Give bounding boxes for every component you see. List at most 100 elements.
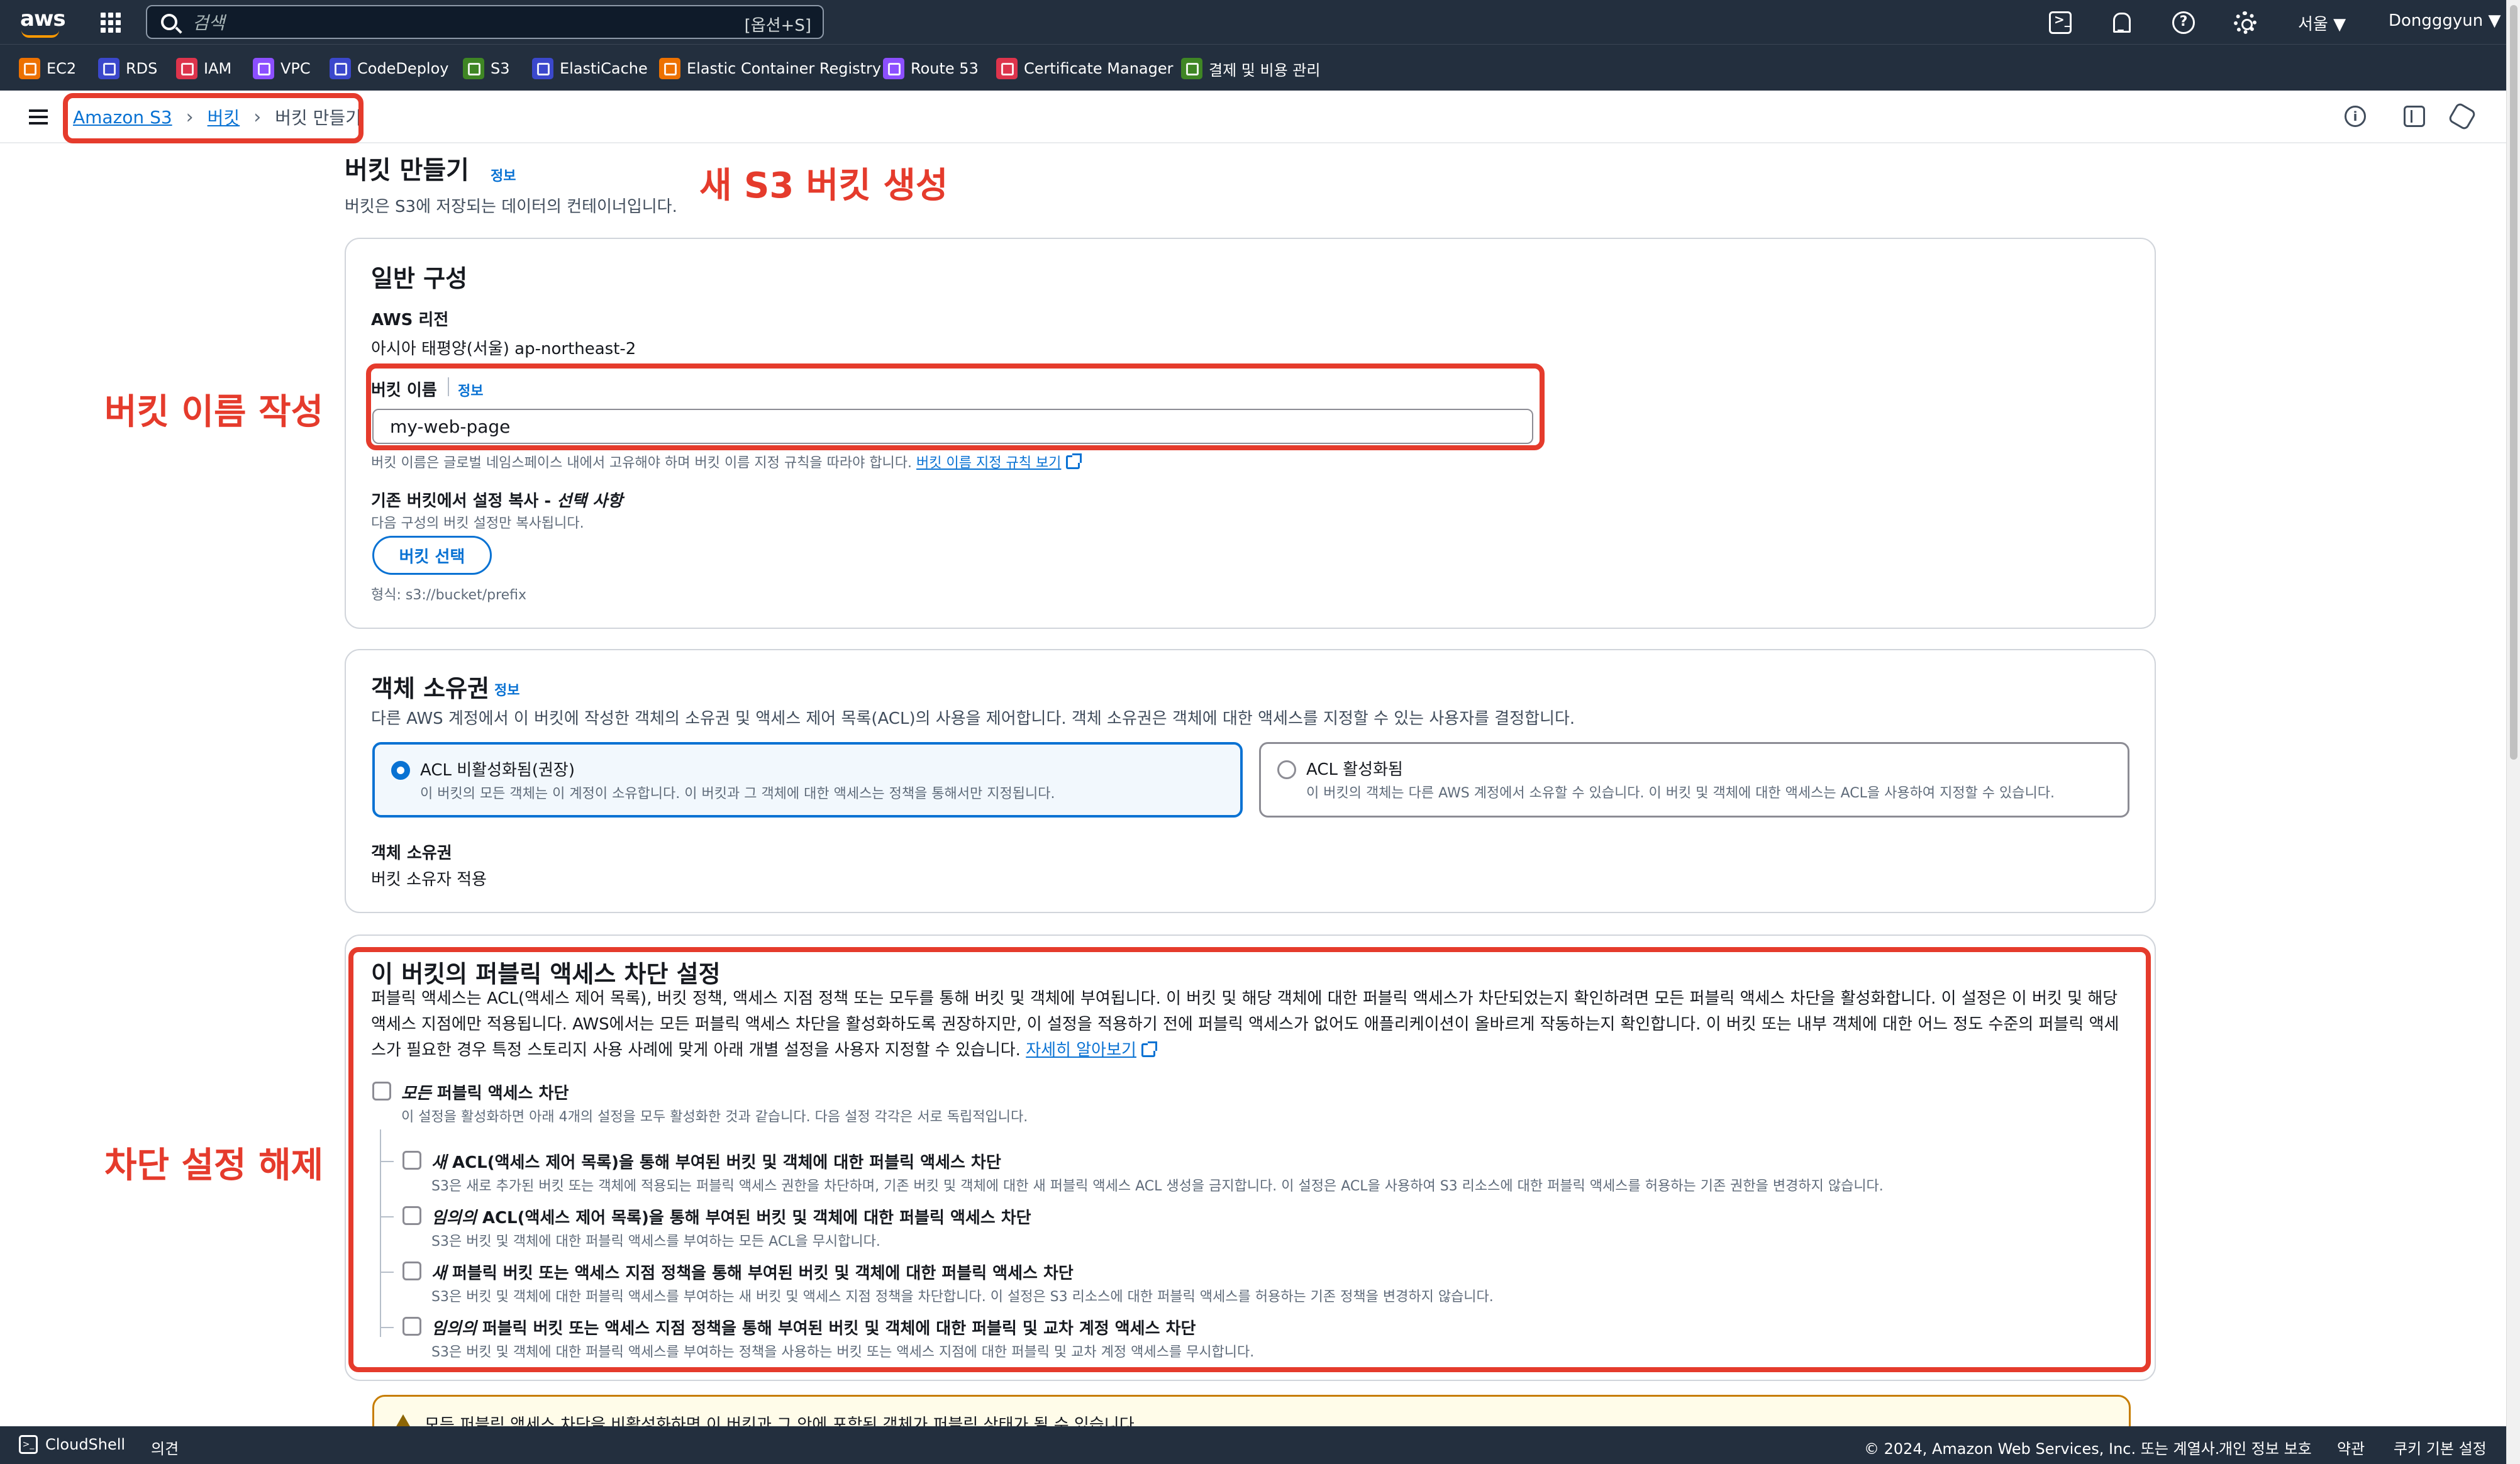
aws-region-value: 아시아 태평양(서울) ap-northeast-2	[371, 340, 636, 358]
annotation-bucket-name: 버킷 이름 작성	[104, 392, 324, 433]
service-icon	[463, 58, 484, 79]
favorite-iam[interactable]: IAM	[176, 57, 231, 80]
search-shortcut: [옵션+S]	[744, 16, 811, 35]
annotation-block-settings: 차단 설정 해제	[104, 1145, 324, 1186]
favorite-ec2[interactable]: EC2	[19, 57, 76, 80]
acl-enabled-radio[interactable]	[1277, 760, 1296, 779]
favorite-s3[interactable]: S3	[463, 57, 510, 80]
favorite-label: 결제 및 비용 관리	[1209, 61, 1321, 79]
breadcrumb-bar: Amazon S3 › 버킷 › 버킷 만들기 i	[0, 91, 2506, 143]
favorite-결제-및-비용-관리[interactable]: 결제 및 비용 관리	[1181, 57, 1320, 80]
cloudshell-button[interactable]: >_ CloudShell	[19, 1435, 125, 1454]
object-ownership-result-label: 객체 소유권	[371, 844, 452, 863]
acl-enabled-title: ACL 활성화됨	[1306, 760, 1403, 779]
search-icon	[161, 14, 177, 30]
favorite-codedeploy[interactable]: CodeDeploy	[330, 57, 448, 80]
copyright: © 2024, Amazon Web Services, Inc. 또는 계열사…	[1864, 1440, 2220, 1458]
annotation-title: 새 S3 버킷 생성	[699, 165, 948, 206]
favorite-label: IAM	[204, 60, 232, 77]
favorite-label: S3	[491, 60, 510, 77]
acl-disabled-description: 이 버킷의 모든 객체는 이 계정이 소유합니다. 이 버킷과 그 객체에 대한…	[420, 786, 1055, 802]
object-ownership-description: 다른 AWS 계정에서 이 버킷에 작성한 객체의 소유권 및 액세스 제어 목…	[371, 709, 1575, 728]
favorite-elastic-container-registry[interactable]: Elastic Container Registry	[659, 57, 881, 80]
copy-settings-optional: 선택 사항	[557, 492, 623, 511]
favorite-label: Certificate Manager	[1024, 60, 1174, 77]
bucket-name-help-text: 버킷 이름은 글로벌 네임스페이스 내에서 고유해야 하며 버킷 이름 지정 규…	[371, 455, 913, 471]
service-icon	[176, 58, 197, 79]
footer: >_ CloudShell 의견 © 2024, Amazon Web Serv…	[0, 1426, 2506, 1464]
object-ownership-heading: 객체 소유권	[371, 675, 490, 702]
service-icon	[98, 58, 119, 79]
annotation-bucket-name-box	[366, 363, 1545, 450]
copy-settings-label-text: 기존 버킷에서 설정 복사 -	[371, 492, 557, 511]
privacy-link[interactable]: 개인 정보 보호	[2219, 1436, 2312, 1458]
service-icon	[19, 58, 40, 79]
favorite-vpc[interactable]: VPC	[253, 57, 311, 80]
services-grid-icon[interactable]	[101, 13, 121, 33]
cloudshell-icon[interactable]	[2049, 11, 2072, 34]
notifications-panel-icon[interactable]	[2447, 101, 2477, 131]
object-ownership-result-value: 버킷 소유자 적용	[371, 870, 487, 889]
page-info-link[interactable]: 정보	[491, 165, 516, 185]
bucket-name-help: 버킷 이름은 글로벌 네임스페이스 내에서 고유해야 하며 버킷 이름 지정 규…	[371, 452, 1082, 472]
aws-region-label: AWS 리전	[371, 311, 449, 330]
service-icon	[659, 58, 680, 79]
bucket-naming-rules-link[interactable]: 버킷 이름 지정 규칙 보기	[916, 453, 1082, 471]
general-configuration-heading: 일반 구성	[371, 265, 468, 292]
notifications-bell-icon[interactable]	[2109, 11, 2132, 34]
copy-settings-description: 다음 구성의 버킷 설정만 복사됩니다.	[371, 516, 584, 531]
aws-smile-icon	[21, 30, 59, 38]
favorite-rds[interactable]: RDS	[98, 57, 157, 80]
favorite-label: ElastiCache	[560, 60, 648, 77]
favorite-label: CodeDeploy	[357, 60, 449, 77]
scrollbar-thumb[interactable]	[2510, 5, 2517, 760]
copy-settings-label: 기존 버킷에서 설정 복사 - 선택 사항	[371, 488, 623, 511]
page-title: 버킷 만들기	[345, 156, 469, 185]
acl-disabled-title: ACL 비활성화됨(권장)	[420, 761, 575, 780]
aws-logo[interactable]: aws	[20, 6, 66, 39]
feedback-link[interactable]: 의견	[151, 1436, 179, 1458]
service-icon	[1181, 58, 1202, 79]
acl-enabled-option[interactable]: ACL 활성화됨 이 버킷의 객체는 다른 AWS 계정에서 소유할 수 있습니…	[1259, 742, 2129, 818]
annotation-block-settings-box	[348, 947, 2151, 1372]
choose-bucket-button[interactable]: 버킷 선택	[372, 536, 492, 575]
service-icon	[330, 58, 351, 79]
acl-disabled-radio[interactable]	[391, 761, 410, 780]
cookie-preferences-link[interactable]: 쿠키 기본 설정	[2394, 1436, 2487, 1458]
help-icon[interactable]: ?	[2172, 11, 2195, 34]
service-icon	[253, 58, 274, 79]
favorite-label: VPC	[280, 60, 311, 77]
side-panel-icon[interactable]	[2404, 106, 2425, 127]
service-icon	[883, 58, 904, 79]
acl-enabled-description: 이 버킷의 객체는 다른 AWS 계정에서 소유할 수 있습니다. 이 버킷 및…	[1306, 785, 2055, 801]
settings-gear-icon[interactable]	[2234, 11, 2256, 34]
favorite-label: Route 53	[911, 60, 979, 77]
terms-link[interactable]: 약관	[2337, 1436, 2365, 1458]
page-scrollbar[interactable]	[2506, 0, 2520, 1464]
external-link-icon	[1066, 453, 1082, 469]
favorite-certificate-manager[interactable]: Certificate Manager	[996, 57, 1174, 80]
favorite-label: RDS	[126, 60, 158, 77]
service-icon	[996, 58, 1018, 79]
favorites-bar: EC2 RDS IAM VPC CodeDeploy S3 ElastiCache Elast…	[0, 44, 2506, 91]
search-bar[interactable]: [옵션+S]	[146, 5, 824, 39]
favorite-label: EC2	[47, 60, 77, 77]
format-hint: 형식: s3://bucket/prefix	[371, 587, 527, 603]
hamburger-menu-icon[interactable]	[29, 109, 48, 125]
region-selector[interactable]: 서울 ▼	[2298, 11, 2346, 35]
cloudshell-label: CloudShell	[45, 1436, 126, 1453]
bucket-naming-rules-link-text: 버킷 이름 지정 규칙 보기	[916, 455, 1062, 471]
service-icon	[532, 58, 553, 79]
favorite-label: Elastic Container Registry	[687, 60, 882, 77]
acl-disabled-option[interactable]: ACL 비활성화됨(권장) 이 버킷의 모든 객체는 이 계정이 소유합니다. …	[372, 742, 1243, 818]
annotation-breadcrumb-box	[63, 93, 364, 143]
search-input[interactable]	[192, 10, 696, 35]
favorite-route-53[interactable]: Route 53	[883, 57, 979, 80]
page-description: 버킷은 S3에 저장되는 데이터의 컨테이너입니다.	[345, 197, 677, 216]
favorite-elasticache[interactable]: ElastiCache	[532, 57, 648, 80]
object-ownership-info-link[interactable]: 정보	[494, 679, 519, 699]
info-panel-icon[interactable]: i	[2345, 106, 2366, 127]
account-menu[interactable]: Dongggyun ▼	[2389, 11, 2501, 30]
top-navigation: aws [옵션+S] ? 서울 ▼ Dongggyun ▼	[0, 0, 2506, 44]
cloudshell-icon: >_	[19, 1435, 38, 1454]
